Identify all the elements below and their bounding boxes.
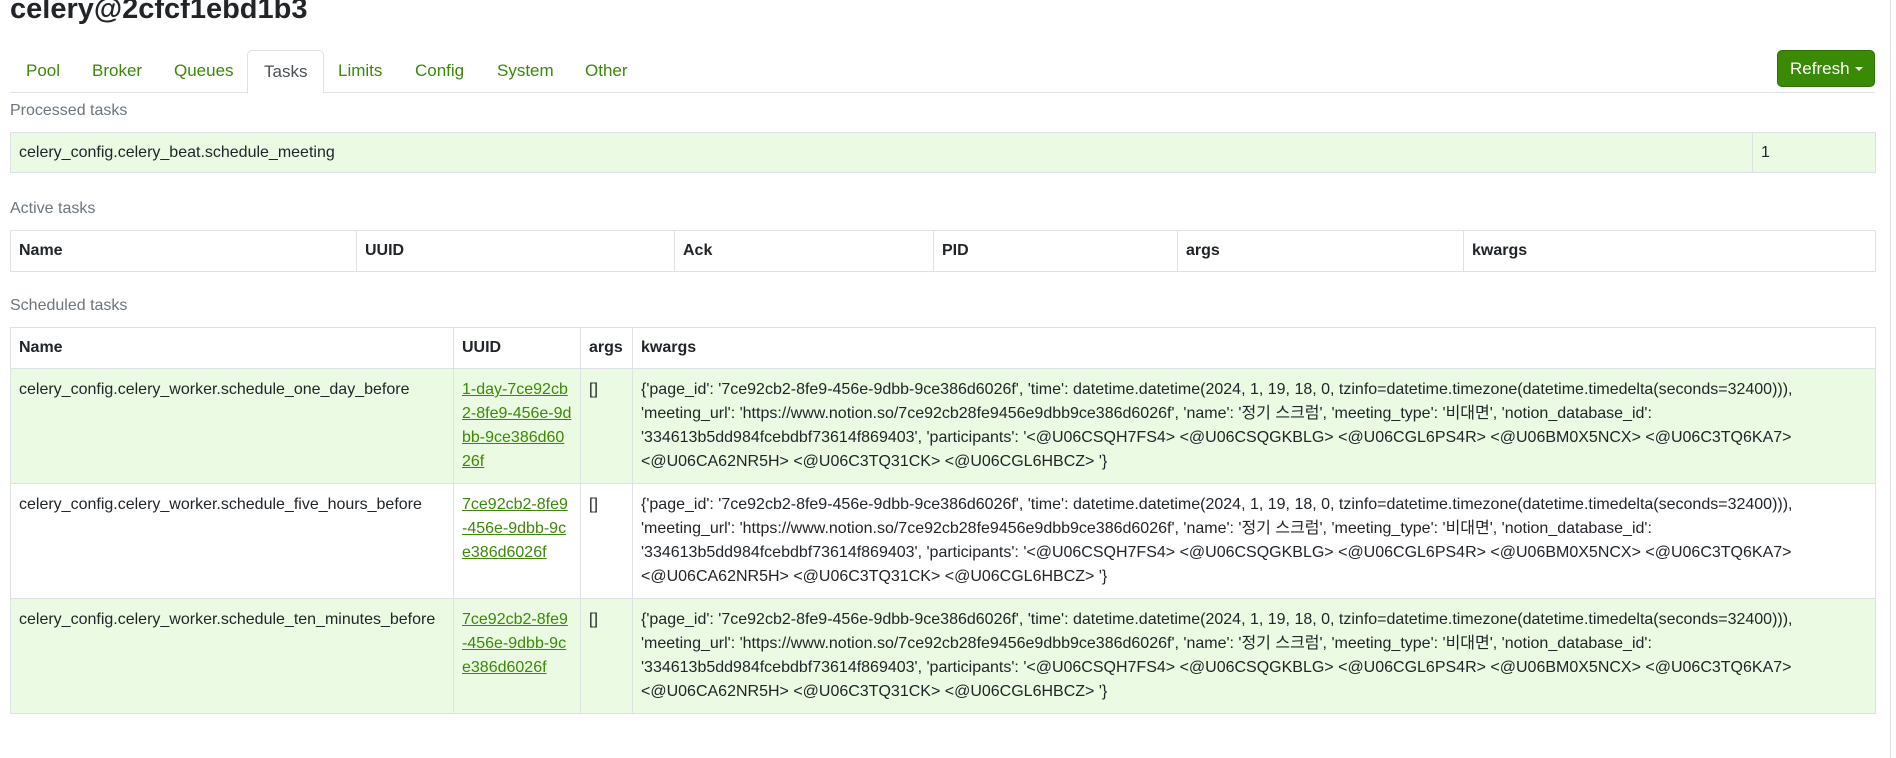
- tab-tasks[interactable]: Tasks: [247, 50, 325, 94]
- tab-queues[interactable]: Queues: [174, 50, 234, 93]
- page-right-border: [1890, 0, 1891, 758]
- refresh-button[interactable]: Refresh: [1777, 50, 1875, 87]
- column-header-args: args: [580, 327, 633, 369]
- tab-system[interactable]: System: [497, 50, 554, 93]
- table-row: celery_config.celery_beat.schedule_meeti…: [10, 132, 1876, 173]
- column-header-name: Name: [10, 230, 357, 272]
- table-row: celery_config.celery_worker.schedule_ten…: [10, 598, 1876, 714]
- table-header-row: Name UUID Ack PID args kwargs: [10, 230, 1876, 272]
- processed-tasks-title: Processed tasks: [10, 102, 128, 119]
- column-header-args: args: [1177, 230, 1464, 272]
- task-name: celery_config.celery_worker.schedule_ten…: [10, 598, 454, 714]
- tab-config[interactable]: Config: [415, 50, 464, 93]
- scheduled-tasks-title: Scheduled tasks: [10, 297, 128, 314]
- column-header-name: Name: [10, 327, 454, 369]
- column-header-pid: PID: [933, 230, 1178, 272]
- column-header-uuid: UUID: [453, 327, 581, 369]
- refresh-label: Refresh: [1790, 59, 1850, 78]
- column-header-ack: Ack: [674, 230, 934, 272]
- task-uuid-cell: 1-day-7ce92cb2-8fe9-456e-9dbb-9ce386d602…: [453, 368, 581, 484]
- task-uuid-cell: 7ce92cb2-8fe9-456e-9dbb-9ce386d6026f: [453, 483, 581, 599]
- task-name: celery_config.celery_worker.schedule_one…: [10, 368, 454, 484]
- table-row: celery_config.celery_worker.schedule_one…: [10, 368, 1876, 484]
- tab-bar: Pool Broker Queues Tasks Limits Config S…: [10, 50, 1875, 94]
- page-title: celery@2cfcf1ebd1b3: [10, 0, 308, 25]
- task-kwargs: {'page_id': '7ce92cb2-8fe9-456e-9dbb-9ce…: [632, 368, 1876, 484]
- table-row: celery_config.celery_worker.schedule_fiv…: [10, 483, 1876, 599]
- tab-other[interactable]: Other: [585, 50, 628, 93]
- scheduled-tasks-table: Name UUID args kwargs celery_config.cele…: [10, 327, 1876, 714]
- task-args: []: [580, 483, 633, 599]
- column-header-kwargs: kwargs: [1463, 230, 1876, 272]
- active-tasks-table: Name UUID Ack PID args kwargs: [10, 230, 1876, 272]
- column-header-kwargs: kwargs: [632, 327, 1876, 369]
- column-header-uuid: UUID: [356, 230, 675, 272]
- task-uuid-link[interactable]: 7ce92cb2-8fe9-456e-9dbb-9ce386d6026f: [462, 496, 568, 561]
- caret-down-icon: [1855, 67, 1863, 71]
- processed-task-name: celery_config.celery_beat.schedule_meeti…: [10, 132, 1753, 173]
- task-name: celery_config.celery_worker.schedule_fiv…: [10, 483, 454, 599]
- task-args: []: [580, 598, 633, 714]
- task-kwargs: {'page_id': '7ce92cb2-8fe9-456e-9dbb-9ce…: [632, 598, 1876, 714]
- processed-tasks-table: celery_config.celery_beat.schedule_meeti…: [10, 132, 1876, 173]
- task-kwargs: {'page_id': '7ce92cb2-8fe9-456e-9dbb-9ce…: [632, 483, 1876, 599]
- tab-limits[interactable]: Limits: [338, 50, 382, 93]
- processed-task-count: 1: [1752, 132, 1876, 173]
- tab-pool[interactable]: Pool: [26, 50, 60, 93]
- task-uuid-cell: 7ce92cb2-8fe9-456e-9dbb-9ce386d6026f: [453, 598, 581, 714]
- task-uuid-link[interactable]: 7ce92cb2-8fe9-456e-9dbb-9ce386d6026f: [462, 611, 568, 676]
- task-uuid-link[interactable]: 1-day-7ce92cb2-8fe9-456e-9dbb-9ce386d602…: [462, 381, 571, 470]
- active-tasks-title: Active tasks: [10, 200, 96, 217]
- tab-broker[interactable]: Broker: [92, 50, 142, 93]
- table-header-row: Name UUID args kwargs: [10, 327, 1876, 369]
- task-args: []: [580, 368, 633, 484]
